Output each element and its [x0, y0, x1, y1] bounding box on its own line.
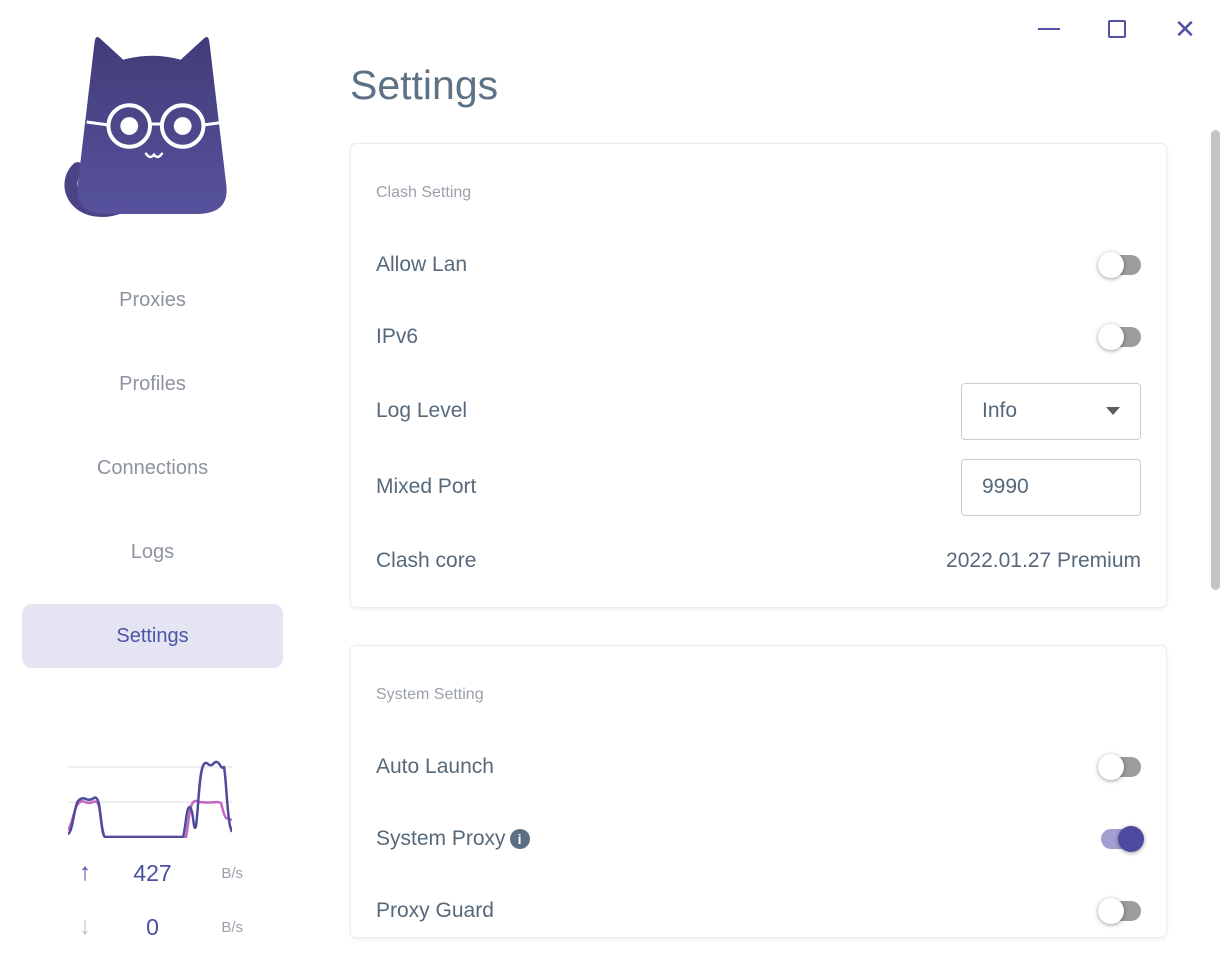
ipv6-label: IPv6 [376, 325, 419, 348]
chevron-down-icon [1106, 407, 1120, 415]
window-controls: ✕ [1034, 14, 1200, 44]
sidebar-item-connections[interactable]: Connections [22, 436, 283, 500]
upload-speed-value: 427 [133, 859, 172, 886]
minimize-button[interactable] [1034, 14, 1064, 44]
setting-row-ipv6: IPv6 [376, 301, 1141, 373]
toggle-knob [1098, 754, 1124, 780]
toggle-knob [1098, 324, 1124, 350]
auto-launch-label: Auto Launch [376, 755, 494, 778]
info-icon[interactable]: i [509, 829, 530, 849]
clash-setting-card: Clash Setting Allow Lan IPv6 Log Level I… [350, 143, 1167, 608]
sidebar-item-logs[interactable]: Logs [22, 520, 283, 584]
setting-row-auto-launch: Auto Launch [376, 731, 1141, 803]
clash-cat-logo [64, 37, 227, 217]
proxy-guard-label: Proxy Guard [376, 899, 494, 922]
log-level-value: Info [982, 399, 1018, 422]
ipv6-toggle[interactable] [1098, 324, 1141, 350]
close-button[interactable]: ✕ [1170, 14, 1200, 44]
download-speed-value: 0 [146, 913, 159, 940]
system-proxy-toggle[interactable] [1101, 826, 1144, 852]
minimize-icon [1038, 28, 1060, 30]
setting-row-log-level: Log Level Info [376, 373, 1141, 449]
sidebar-item-profiles[interactable]: Profiles [22, 352, 283, 416]
download-arrow-icon: ↓ [79, 913, 91, 940]
setting-row-allow-lan: Allow Lan [376, 229, 1141, 301]
upload-arrow-icon: ↑ [79, 859, 91, 886]
section-header-system-setting: System Setting [376, 686, 484, 703]
close-icon: ✕ [1174, 14, 1196, 44]
setting-row-clash-core: Clash core 2022.01.27 Premium [376, 525, 1141, 597]
section-header-clash-setting: Clash Setting [376, 184, 472, 201]
system-proxy-label: System Proxy i [376, 827, 530, 851]
clash-core-label: Clash core [376, 549, 477, 572]
clash-core-version: 2022.01.27 Premium [946, 549, 1141, 572]
log-level-select[interactable]: Info [961, 382, 1141, 440]
toggle-knob [1118, 826, 1144, 852]
maximize-icon [1108, 20, 1126, 38]
setting-row-system-proxy: System Proxy i [376, 803, 1144, 875]
setting-row-proxy-guard: Proxy Guard [376, 875, 1141, 947]
sidebar-nav: Proxies Profiles Connections Logs Settin… [22, 268, 283, 688]
page-title: Settings [350, 62, 499, 108]
mixed-port-label: Mixed Port [376, 475, 477, 498]
toggle-knob [1098, 252, 1124, 278]
auto-launch-toggle[interactable] [1098, 754, 1141, 780]
sidebar: Proxies Profiles Connections Logs Settin… [0, 0, 305, 956]
upload-speed-row: ↑ 427 B/s [60, 853, 245, 893]
download-speed-row: ↓ 0 B/s [60, 907, 245, 947]
mixed-port-input[interactable] [961, 458, 1141, 516]
traffic-chart [68, 760, 232, 838]
app-window: ✕ Proxies Profiles Connections Logs Sett… [0, 0, 1222, 956]
system-setting-card: System Setting Auto Launch System Proxy … [350, 645, 1167, 938]
toggle-knob [1098, 898, 1124, 924]
allow-lan-label: Allow Lan [376, 253, 468, 276]
sidebar-item-proxies[interactable]: Proxies [22, 268, 283, 332]
upload-line [68, 760, 232, 838]
proxy-guard-toggle[interactable] [1098, 898, 1141, 924]
download-speed-unit: B/s [221, 918, 243, 936]
allow-lan-toggle[interactable] [1098, 252, 1141, 278]
system-proxy-label-text: System Proxy [376, 827, 506, 850]
setting-row-mixed-port: Mixed Port [376, 449, 1141, 525]
upload-speed-unit: B/s [221, 864, 243, 882]
log-level-label: Log Level [376, 399, 468, 422]
maximize-button[interactable] [1102, 14, 1132, 44]
sidebar-item-settings[interactable]: Settings [22, 604, 283, 668]
scrollbar-thumb[interactable] [1211, 130, 1220, 590]
download-line [68, 799, 232, 838]
